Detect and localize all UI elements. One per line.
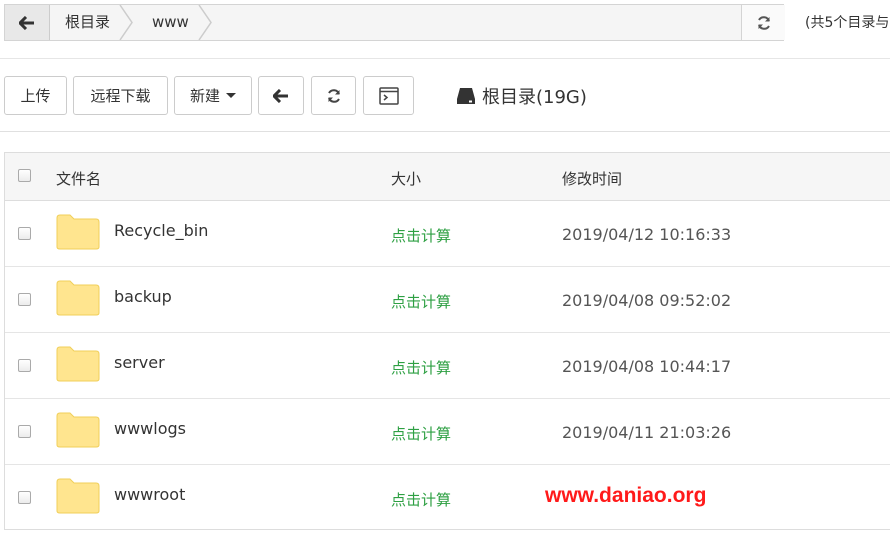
row-checkbox[interactable]	[18, 359, 31, 372]
column-header-modified[interactable]: 修改时间	[562, 168, 622, 189]
file-name[interactable]: Recycle_bin	[114, 221, 208, 240]
arrow-left-icon	[19, 15, 34, 30]
file-name[interactable]: server	[114, 353, 165, 372]
row-checkbox[interactable]	[18, 425, 31, 438]
folder-icon	[56, 412, 100, 448]
file-name[interactable]: wwwroot	[114, 485, 185, 504]
table-row[interactable]: wwwlogs 点击计算 2019/04/11 21:03:26	[5, 399, 890, 465]
remote-download-label: 远程下载	[90, 87, 151, 105]
divider	[0, 131, 890, 132]
path-bar: 根目录 www	[4, 4, 785, 41]
modified-time: 2019/04/12 10:16:33	[562, 225, 732, 244]
terminal-button[interactable]	[363, 76, 414, 115]
back-button[interactable]	[258, 76, 304, 115]
new-dropdown-button[interactable]: 新建	[174, 76, 252, 115]
size-calc-link[interactable]: 点击计算	[391, 489, 451, 510]
modified-time: 2019/04/08 09:52:02	[562, 291, 732, 310]
size-calc-link[interactable]: 点击计算	[391, 357, 451, 378]
folder-icon	[56, 346, 100, 382]
size-calc-link[interactable]: 点击计算	[391, 291, 451, 312]
modified-time: 2019/04/11 21:03:26	[562, 423, 732, 442]
column-header-size[interactable]: 大小	[391, 168, 421, 189]
table-header: 文件名 大小 修改时间	[5, 153, 890, 201]
breadcrumb-item-www[interactable]: www	[136, 5, 215, 40]
breadcrumb-item-root[interactable]: 根目录	[49, 5, 136, 40]
breadcrumb-label: www	[152, 13, 189, 31]
remote-download-button[interactable]: 远程下载	[73, 76, 168, 115]
chevron-right-icon	[119, 5, 133, 40]
watermark-text: www.daniao.org	[545, 484, 707, 507]
folder-icon	[56, 214, 100, 250]
modified-time: 2019/04/08 10:44:17	[562, 357, 732, 376]
chevron-right-icon	[198, 5, 212, 40]
row-checkbox[interactable]	[18, 227, 31, 240]
dir-summary: (共5个目录与	[805, 15, 890, 31]
breadcrumb: 根目录 www	[49, 5, 215, 40]
folder-icon	[56, 478, 100, 514]
table-row[interactable]: server 点击计算 2019/04/08 10:44:17	[5, 333, 890, 399]
file-name[interactable]: backup	[114, 287, 172, 306]
file-table: 文件名 大小 修改时间 Recycle_bin 点击计算 2019/04/12 …	[4, 152, 890, 530]
refresh-icon	[327, 88, 340, 103]
new-label: 新建	[189, 87, 220, 105]
disk-label: 根目录(19G)	[482, 87, 587, 108]
breadcrumb-label: 根目录	[65, 13, 111, 31]
arrow-left-icon	[273, 88, 288, 103]
path-refresh-button[interactable]	[741, 5, 785, 40]
size-calc-link[interactable]: 点击计算	[391, 423, 451, 444]
disk-info: 根目录(19G)	[456, 84, 587, 108]
row-checkbox[interactable]	[18, 491, 31, 504]
size-calc-link[interactable]: 点击计算	[391, 225, 451, 246]
terminal-icon	[378, 86, 399, 105]
caret-down-icon	[226, 93, 236, 98]
folder-icon	[56, 280, 100, 316]
table-row[interactable]: backup 点击计算 2019/04/08 09:52:02	[5, 267, 890, 333]
column-header-name[interactable]: 文件名	[56, 168, 101, 189]
upload-label: 上传	[20, 87, 51, 105]
refresh-button[interactable]	[311, 76, 356, 115]
path-back-button[interactable]	[5, 5, 50, 40]
table-row[interactable]: Recycle_bin 点击计算 2019/04/12 10:16:33	[5, 201, 890, 267]
table-row[interactable]: wwwroot 点击计算	[5, 465, 890, 531]
select-all-checkbox[interactable]	[18, 169, 31, 182]
refresh-icon	[757, 15, 770, 30]
row-checkbox[interactable]	[18, 293, 31, 306]
divider	[0, 58, 890, 59]
upload-button[interactable]: 上传	[4, 76, 67, 115]
hard-drive-icon	[457, 88, 475, 104]
file-name[interactable]: wwwlogs	[114, 419, 186, 438]
